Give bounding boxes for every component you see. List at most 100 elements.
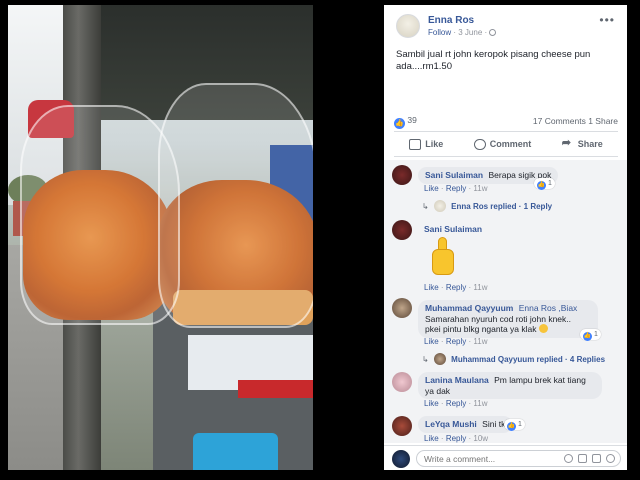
comment-meta: Like · Reply · 11w xyxy=(424,337,487,346)
sticker-thumb-fist xyxy=(432,249,454,275)
reply-count: 4 Replies xyxy=(569,355,606,364)
share-label: Share xyxy=(577,139,603,149)
comment-reply-link[interactable]: Reply xyxy=(446,337,466,346)
like-reaction-icon: 👍 xyxy=(537,181,546,190)
more-options-icon[interactable]: ••• xyxy=(599,13,615,27)
comment-text: ya dak xyxy=(425,385,451,396)
commenter-avatar[interactable] xyxy=(392,165,412,185)
comment-reply-link[interactable]: Reply xyxy=(446,184,466,193)
reply-arrow-icon: ↳ xyxy=(422,202,429,211)
comment-meta: Like · Reply · 11w xyxy=(424,399,487,408)
thumbs-up-sticker-icon xyxy=(424,237,464,281)
photo-red-tray xyxy=(238,380,313,398)
comment-like-link[interactable]: Like xyxy=(424,184,439,193)
comment-bubble: LeYqa Mushi Sini tk xyxy=(418,416,513,433)
replies-link[interactable]: ↳ Enna Ros replied · 1 Reply xyxy=(422,200,552,212)
comment-meta: Like · Reply · 10w xyxy=(424,434,488,443)
like-reaction-icon: 👍 xyxy=(507,422,516,431)
reply-avatar xyxy=(433,200,446,212)
divider xyxy=(394,131,618,132)
reactions-bar: 👍 39 17 Comments 1 Share xyxy=(394,115,618,129)
comment-reply-link[interactable]: Reply xyxy=(446,434,466,443)
post-text: Sambil jual rt john keropok pisang chees… xyxy=(396,49,591,72)
camera-icon[interactable] xyxy=(578,454,587,463)
like-reaction-icon: 👍 xyxy=(583,332,592,341)
comment-reaction-count[interactable]: 👍 1 xyxy=(534,178,555,190)
comment-like-link[interactable]: Like xyxy=(424,399,439,408)
share-button[interactable]: Share xyxy=(562,136,603,150)
comment-label: Comment xyxy=(489,139,532,149)
comment-time[interactable]: 11w xyxy=(473,337,487,346)
mentioned-user[interactable]: Enna Ros ,Biax xyxy=(519,303,578,313)
author-avatar[interactable] xyxy=(396,14,420,38)
author-name[interactable]: Enna Ros xyxy=(428,15,474,26)
like-count[interactable]: 39 xyxy=(407,115,416,125)
post-header: Enna Ros Follow · 3 June · ••• xyxy=(384,5,627,45)
reaction-number: 1 xyxy=(547,180,552,187)
comment-text: Sini tk xyxy=(482,419,506,429)
post-photo[interactable] xyxy=(8,5,313,470)
comment-reply-link[interactable]: Reply xyxy=(446,283,466,292)
commenter-name[interactable]: Muhammad Qayyuum xyxy=(425,303,513,313)
comments-list: Sani Sulaiman Berapa sigik pok 👍 1 Like … xyxy=(384,160,627,443)
commenter-avatar[interactable] xyxy=(392,298,412,318)
photo-plastic-bag-right xyxy=(158,83,313,328)
comment-text: Pm lampu brek kat tiang xyxy=(494,375,586,385)
comment-time[interactable]: 10w xyxy=(473,434,488,443)
comment-bubble: Lanina Maulana Pm lampu brek kat tiang y… xyxy=(418,372,602,399)
commenter-name[interactable]: Sani Sulaiman xyxy=(425,170,483,180)
comment-like-link[interactable]: Like xyxy=(424,337,439,346)
current-user-avatar xyxy=(392,450,410,468)
comment-meta: Like · Reply · 11w xyxy=(424,184,487,193)
reaction-number: 1 xyxy=(517,421,522,428)
follow-link[interactable]: Follow xyxy=(428,28,451,37)
comment-text: pkei pintu blkg nganta ya klak xyxy=(425,324,537,334)
comment-reaction-count[interactable]: 👍 1 xyxy=(580,329,601,341)
comment-like-link[interactable]: Like xyxy=(424,434,439,443)
reaction-number: 1 xyxy=(593,331,598,338)
emoji-icon[interactable] xyxy=(564,454,573,463)
comments-count[interactable]: 17 Comments xyxy=(533,116,586,126)
comment-text: Samarahan nyuruh cod roti john knek.. xyxy=(425,313,572,324)
commenter-name[interactable]: Sani Sulaiman xyxy=(424,224,482,234)
divider xyxy=(394,156,618,157)
comment-bubble: Muhammad Qayyuum Enna Ros ,Biax Samaraha… xyxy=(418,300,598,338)
comment-button[interactable]: Comment xyxy=(473,138,532,150)
like-label: Like xyxy=(425,139,444,149)
reply-arrow-icon: ↳ xyxy=(422,355,429,364)
comment-reaction-count[interactable]: 👍 1 xyxy=(504,419,525,431)
globe-icon xyxy=(489,29,497,36)
like-button[interactable]: Like xyxy=(409,138,444,150)
comment-composer xyxy=(384,445,627,470)
thumb-up-icon xyxy=(409,138,422,150)
sticker-icon[interactable] xyxy=(606,454,615,463)
commenter-name[interactable]: Lanina Maulana xyxy=(425,375,489,385)
comment-time[interactable]: 11w xyxy=(473,283,487,292)
post-date[interactable]: 3 June xyxy=(458,28,482,37)
like-reaction-icon[interactable]: 👍 xyxy=(394,118,405,129)
replied-by: Muhammad Qayyuum replied xyxy=(451,355,563,364)
commenter-name[interactable]: LeYqa Mushi xyxy=(425,419,477,429)
comment-like-link[interactable]: Like xyxy=(424,283,439,292)
photo-blue-basin xyxy=(193,433,278,470)
post-panel: Enna Ros Follow · 3 June · ••• Sambil ju… xyxy=(384,5,627,470)
comment-icon xyxy=(473,138,486,150)
commenter-avatar[interactable] xyxy=(392,416,412,436)
reply-avatar xyxy=(433,353,446,365)
composer-tools xyxy=(564,454,615,463)
share-icon xyxy=(562,136,574,150)
reply-count: 1 Reply xyxy=(523,202,553,211)
commenter-avatar[interactable] xyxy=(392,220,412,240)
gif-icon[interactable] xyxy=(592,454,601,463)
comment-time[interactable]: 11w xyxy=(473,184,487,193)
photo-plastic-bag-left xyxy=(20,105,180,325)
replies-link[interactable]: ↳ Muhammad Qayyuum replied · 4 Replies xyxy=(422,353,605,365)
comment-meta: Like · Reply · 11w xyxy=(424,283,487,292)
commenter-avatar[interactable] xyxy=(392,372,412,392)
comment-reply-link[interactable]: Reply xyxy=(446,399,466,408)
shares-count[interactable]: 1 Share xyxy=(588,116,618,126)
replied-by: Enna Ros replied xyxy=(451,202,517,211)
post-meta: Follow · 3 June · xyxy=(428,28,497,37)
post-actions: Like Comment Share xyxy=(394,133,618,155)
comment-time[interactable]: 11w xyxy=(473,399,487,408)
